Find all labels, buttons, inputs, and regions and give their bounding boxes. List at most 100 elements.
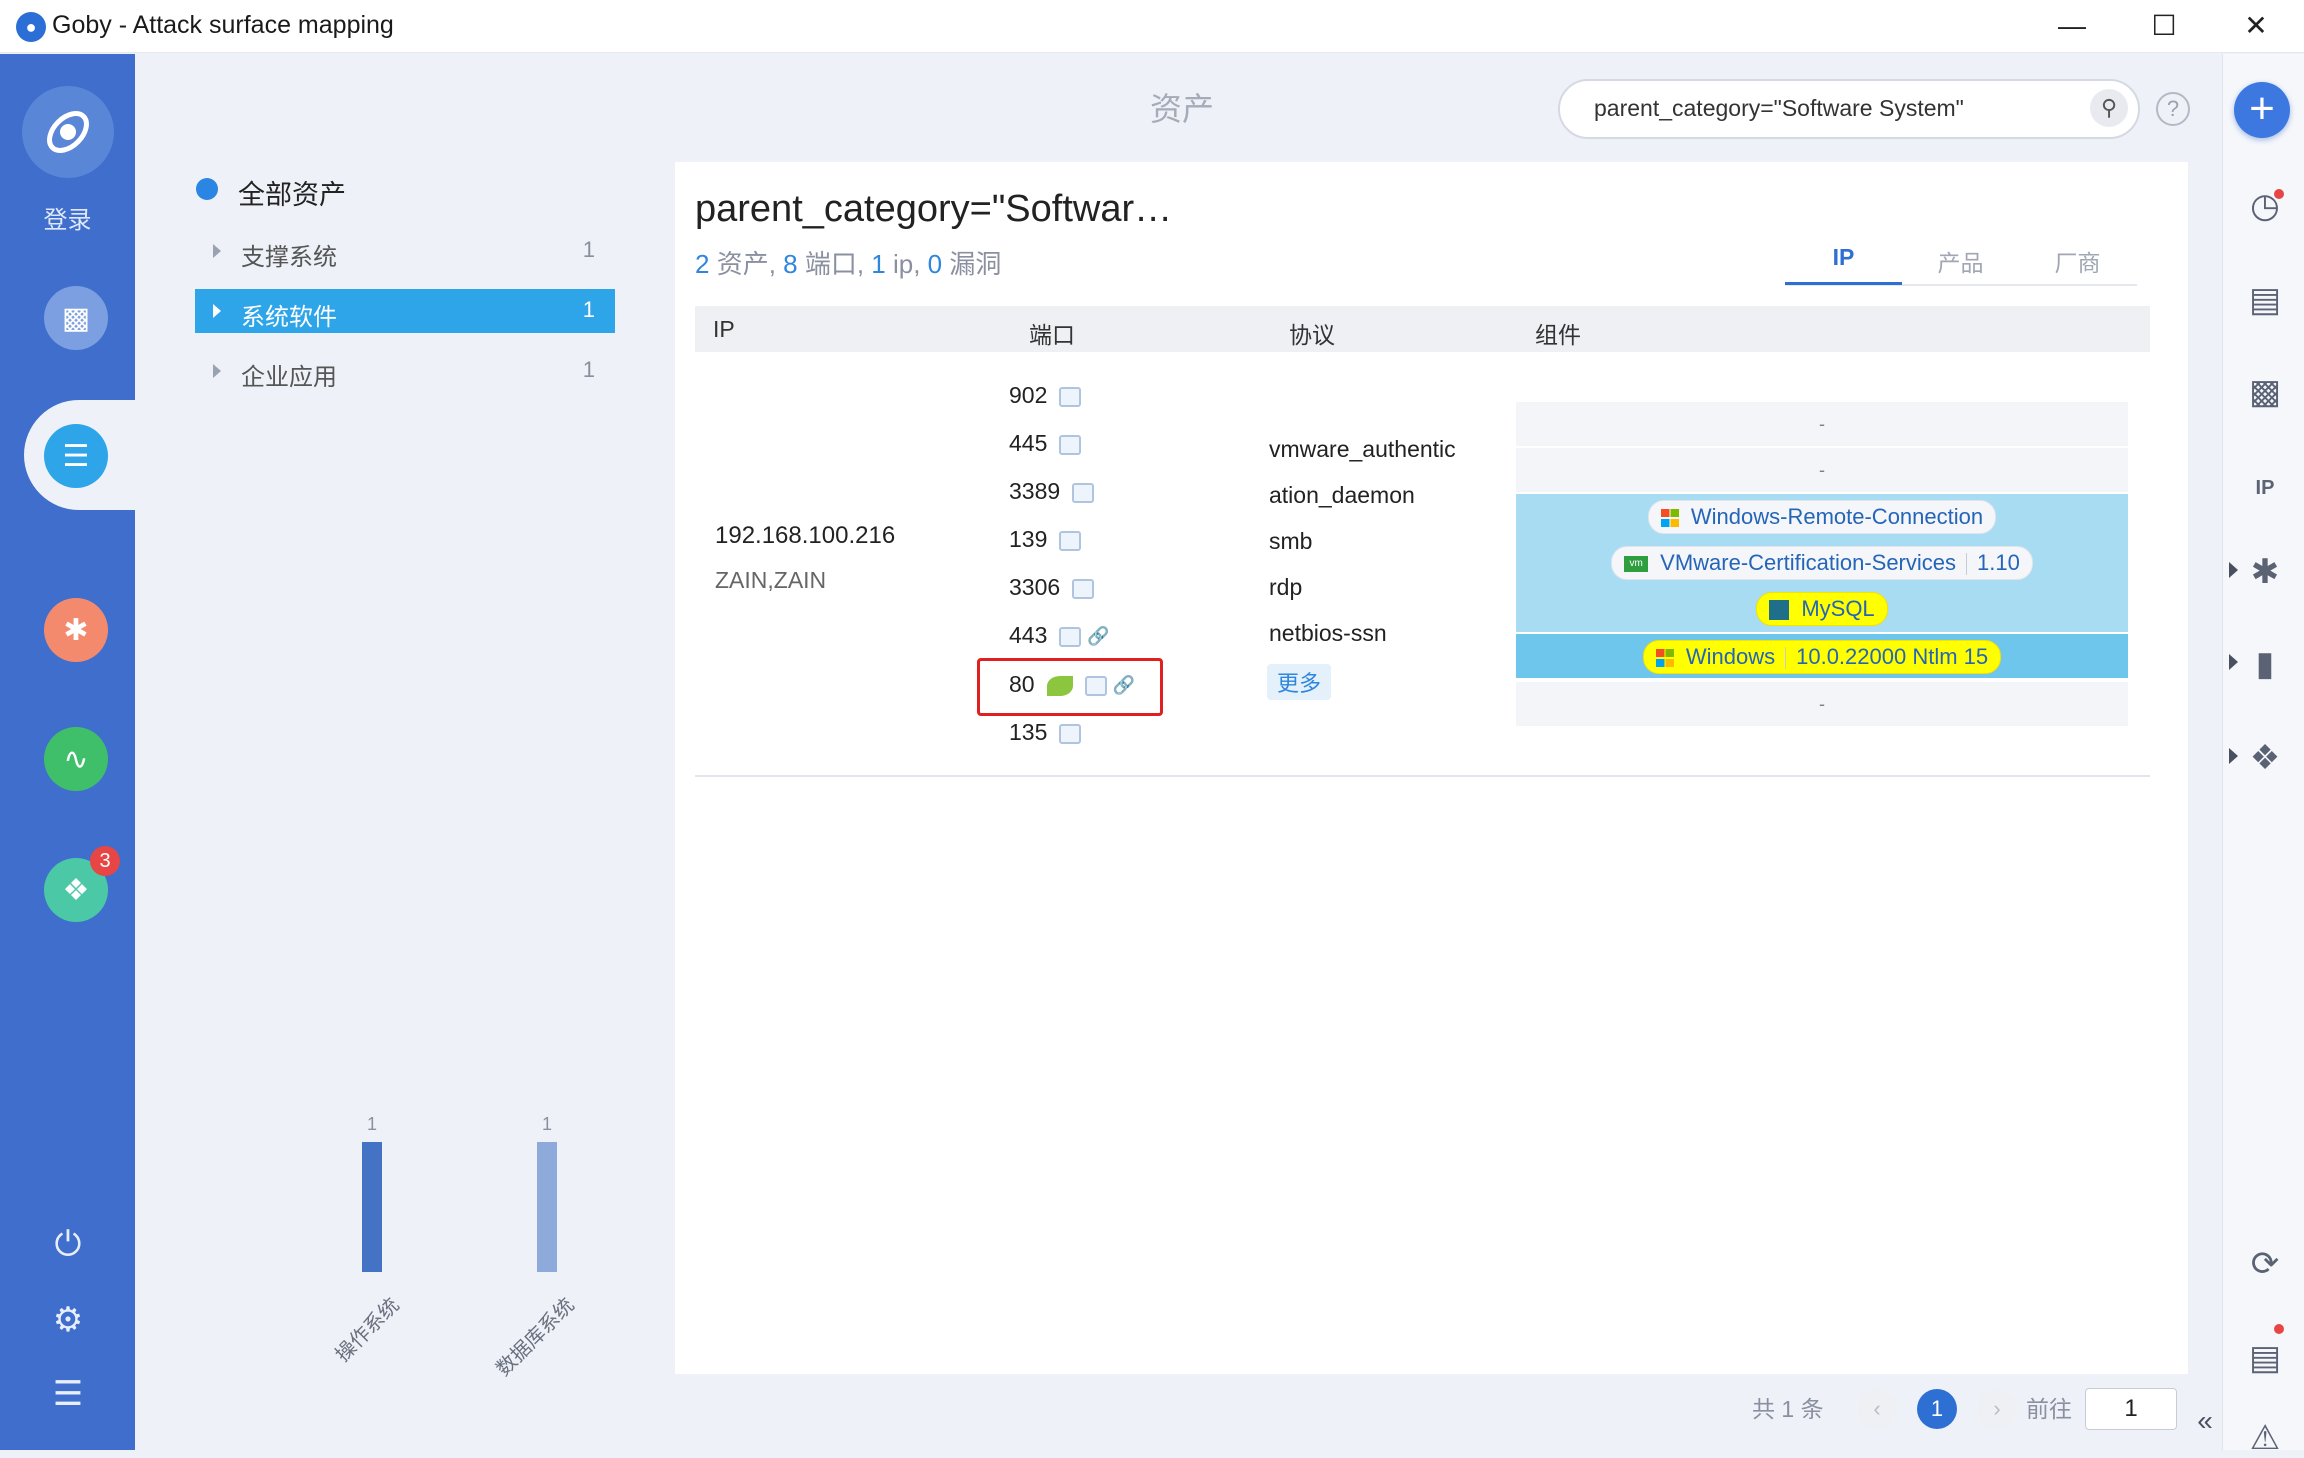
expand-arrow[interactable] <box>213 244 221 258</box>
menu-icon[interactable]: ☰ <box>44 1370 92 1418</box>
banner-icon[interactable] <box>1072 482 1095 503</box>
port-number[interactable]: 443 <box>1009 622 1047 648</box>
help-icon[interactable]: ? <box>2156 92 2190 126</box>
tab-product[interactable]: 产品 <box>1902 244 2019 278</box>
chart-bar[interactable] <box>362 1142 382 1272</box>
ip-address[interactable]: 192.168.100.216 <box>715 522 895 550</box>
component-tag[interactable]: MySQL <box>1756 592 1888 626</box>
ip-icon[interactable]: IP <box>2245 468 2285 508</box>
expand-arrow[interactable] <box>2229 654 2238 670</box>
table-header: IP 端口 协议 组件 <box>695 306 2150 352</box>
plugin-badge: 3 <box>90 846 120 876</box>
scan-nav-icon[interactable]: ▩ <box>44 286 108 350</box>
port-number[interactable]: 3389 <box>1009 478 1060 504</box>
chart-bar[interactable] <box>537 1142 557 1272</box>
port-number[interactable]: 445 <box>1009 430 1047 456</box>
banner-icon[interactable] <box>1059 626 1082 647</box>
add-scan-button[interactable]: + <box>2234 82 2290 138</box>
expand-arrow[interactable] <box>213 304 221 318</box>
bug-icon[interactable]: ✱ <box>2245 552 2285 592</box>
component-name: VMware-Certification-Services <box>1660 550 1957 575</box>
next-page-button[interactable]: › <box>1977 1389 2017 1429</box>
chart-bar-value: 1 <box>542 1114 553 1134</box>
component-row: - <box>1516 682 2128 726</box>
table-bottom-border <box>695 775 2150 777</box>
close-button[interactable]: ✕ <box>2226 6 2286 46</box>
windows-logo-icon <box>1655 649 1674 668</box>
tab-ip[interactable]: IP <box>1785 244 1902 271</box>
port-count[interactable]: 8 <box>783 249 797 279</box>
expand-arrow[interactable] <box>2229 562 2238 578</box>
port-number[interactable]: 3306 <box>1009 574 1060 600</box>
window-title: Goby - Attack surface mapping <box>52 11 394 39</box>
tree-item-enterprise-app[interactable]: 企业应用 1 <box>195 349 615 393</box>
banner-icon[interactable] <box>1059 434 1082 455</box>
protocol-item: rdp <box>1269 574 1303 600</box>
search-query-text[interactable]: parent_category="Software System" <box>1594 95 1964 122</box>
settings-icon[interactable]: ⚙ <box>44 1296 92 1344</box>
login-label[interactable]: 登录 <box>0 200 135 235</box>
port-number[interactable]: 135 <box>1009 719 1047 745</box>
search-icon[interactable]: ⚲ <box>2090 89 2128 127</box>
page-number-current[interactable]: 1 <box>1917 1389 1957 1429</box>
power-icon[interactable]: ⏻ <box>44 1220 92 1268</box>
logo-avatar[interactable] <box>22 86 114 178</box>
empty-component: - <box>1819 694 1825 714</box>
prev-page-button[interactable]: ‹ <box>1857 1389 1897 1429</box>
goto-label: 前往 <box>2026 1396 2072 1422</box>
port-item[interactable]: 445 <box>1009 430 1082 457</box>
vulnerability-nav-icon[interactable]: ✱ <box>44 598 108 662</box>
tree-item-count: 1 <box>582 357 595 382</box>
banner-icon[interactable] <box>1072 578 1095 599</box>
tree-root-label[interactable]: 全部资产 <box>238 173 346 212</box>
bar-chart-icon[interactable]: ▮ <box>2245 644 2285 684</box>
banner-icon[interactable] <box>1059 530 1082 551</box>
port-item[interactable]: 902 <box>1009 382 1082 409</box>
collapse-panel-icon[interactable]: « <box>2188 1404 2222 1438</box>
component-name: Windows <box>1685 644 1776 669</box>
component-tag[interactable]: Windows 10.0.22000 Ntlm 15 <box>1642 640 2002 674</box>
expand-arrow[interactable] <box>213 364 221 378</box>
tree-item-system-software[interactable]: 系统软件 1 <box>195 289 615 333</box>
refresh-icon[interactable]: ⟳ <box>2245 1244 2285 1284</box>
component-tag[interactable]: Windows-Remote-Connection <box>1647 500 1997 534</box>
port-item[interactable]: 3306 <box>1009 574 1095 601</box>
asset-panel: parent_category="Softwar… 2 资产, 8 端口, 1 … <box>675 162 2188 1374</box>
port-number[interactable]: 902 <box>1009 382 1047 408</box>
puzzle-icon[interactable]: ❖ <box>2245 738 2285 778</box>
port-item[interactable]: 443 🔗 <box>1009 622 1110 649</box>
port-item[interactable]: 135 <box>1009 719 1082 746</box>
port-item[interactable]: 139 <box>1009 526 1082 553</box>
column-header-port: 端口 <box>1029 322 1075 348</box>
divider <box>1785 647 1787 670</box>
tab-vendor[interactable]: 厂商 <box>2019 244 2136 278</box>
link-icon[interactable]: 🔗 <box>1087 626 1109 647</box>
log-icon[interactable]: ▤ <box>2245 1338 2285 1378</box>
port-item[interactable]: 3389 <box>1009 478 1095 505</box>
asset-count[interactable]: 2 <box>695 249 709 279</box>
tree-item-support-system[interactable]: 支撑系统 1 <box>195 229 615 273</box>
port-number[interactable]: 139 <box>1009 526 1047 552</box>
component-row-highlighted: Windows-Remote-Connection vm VMware-Certi… <box>1516 494 2128 632</box>
more-protocols-button[interactable]: 更多 <box>1267 664 1332 700</box>
goto-page-input[interactable]: 1 <box>2085 1388 2177 1430</box>
warning-icon[interactable]: ⚠ <box>2245 1418 2285 1458</box>
component-row: - <box>1516 402 2128 446</box>
monitor-icon[interactable]: ▩ <box>2245 372 2285 412</box>
vuln-count[interactable]: 0 <box>928 249 942 279</box>
banner-icon[interactable] <box>1059 386 1082 407</box>
banner-icon[interactable] <box>1059 723 1082 744</box>
report-nav-icon[interactable]: ∿ <box>44 727 108 791</box>
component-tag[interactable]: vm VMware-Certification-Services 1.10 <box>1611 546 2033 580</box>
expand-arrow[interactable] <box>2229 748 2238 764</box>
asset-nav-icon[interactable]: ☰ <box>44 424 108 488</box>
column-header-ip: IP <box>713 316 735 342</box>
search-input[interactable]: parent_category="Software System" ⚲ <box>1558 79 2140 139</box>
maximize-button[interactable]: ☐ <box>2134 6 2194 46</box>
query-title: parent_category="Softwar… <box>695 188 1173 230</box>
ip-count[interactable]: 1 <box>871 249 885 279</box>
document-icon[interactable]: ▤ <box>2245 280 2285 320</box>
minimize-button[interactable]: — <box>2042 6 2102 46</box>
protocol-item: smb <box>1269 528 1313 554</box>
title-bar: ● Goby - Attack surface mapping — ☐ ✕ <box>0 0 2304 53</box>
